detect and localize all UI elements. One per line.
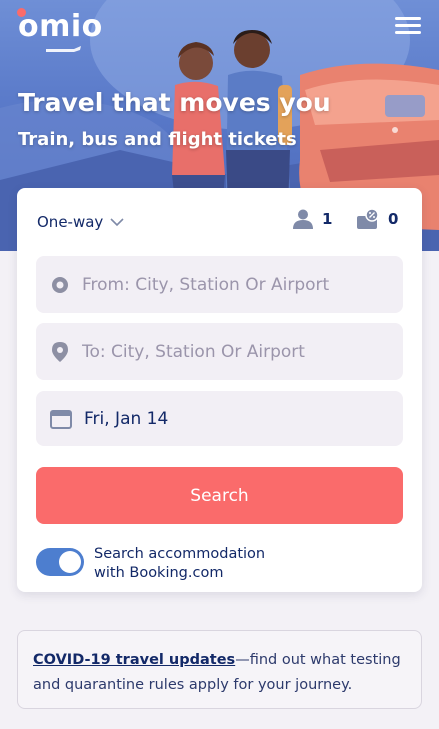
toggle-knob: [59, 551, 81, 573]
from-input[interactable]: [82, 274, 382, 295]
hero-title: Travel that moves you: [18, 88, 331, 117]
to-field[interactable]: [36, 323, 403, 380]
covid-notice: COVID-19 travel updates—find out what te…: [17, 630, 422, 709]
calendar-icon: [50, 409, 72, 429]
date-value: Fri, Jan 14: [84, 408, 169, 429]
hamburger-icon[interactable]: [395, 14, 423, 36]
accommodation-label-line1: Search accommodation: [94, 546, 266, 562]
discount-card-icon: [357, 208, 379, 229]
hero-subtitle: Train, bus and flight tickets: [18, 129, 297, 150]
to-input[interactable]: [82, 341, 382, 362]
location-pin-icon: [52, 341, 68, 362]
plane-icon: [46, 46, 81, 52]
from-field[interactable]: [36, 256, 403, 313]
person-icon: [293, 209, 313, 229]
accommodation-label: Search accommodation with Booking.com: [94, 545, 314, 583]
passenger-count: 1: [322, 210, 333, 228]
accommodation-toggle[interactable]: [36, 548, 84, 576]
covid-updates-link[interactable]: COVID-19 travel updates: [33, 652, 235, 668]
accommodation-label-line2: with Booking.com: [94, 565, 224, 581]
search-button[interactable]: Search: [36, 467, 403, 524]
omio-logo[interactable]: omio: [18, 9, 103, 44]
origin-circle-icon: [52, 276, 68, 293]
trip-type-select[interactable]: One-way: [37, 213, 124, 231]
date-field[interactable]: Fri, Jan 14: [36, 391, 403, 446]
discount-count: 0: [388, 210, 399, 228]
discount-cards-selector[interactable]: 0: [356, 208, 398, 230]
chevron-down-icon: [110, 217, 124, 226]
passengers-selector[interactable]: 1: [292, 208, 332, 230]
search-card: One-way 1 0 From: City, Station Or Airpo…: [17, 188, 422, 592]
trip-type-label: One-way: [37, 213, 104, 231]
